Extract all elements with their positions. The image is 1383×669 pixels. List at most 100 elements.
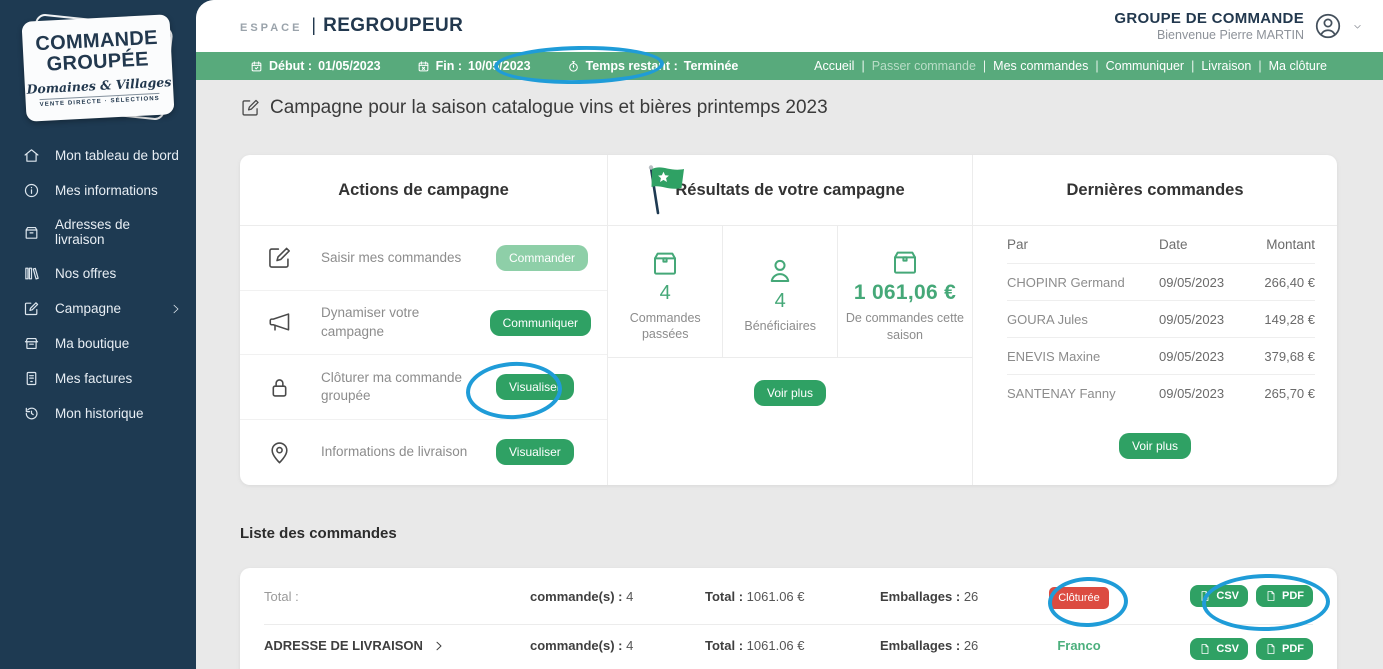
action-label: Dynamiser votre campagne: [321, 304, 480, 340]
orders-list-title: Liste des commandes: [240, 525, 1337, 542]
library-icon: [23, 265, 40, 282]
user-avatar-icon[interactable]: [1313, 11, 1343, 41]
csv-button[interactable]: CSV: [1190, 585, 1248, 607]
latest-orders-card: Dernières commandes Par Date Montant CHO…: [972, 155, 1337, 485]
end-label: Fin :: [436, 59, 462, 73]
flag-icon: [638, 163, 690, 217]
campaign-end-chip: Fin : 10/05/2023: [417, 59, 531, 73]
megaphone-icon: [266, 309, 293, 336]
stat-label: Commandes passées: [608, 310, 722, 343]
order-par: CHOPINR Germand: [1007, 275, 1159, 290]
commandes-count: commande(s) : 4: [514, 589, 689, 604]
remaining-label: Temps restant :: [586, 59, 678, 73]
visualiser-livraison-button[interactable]: Visualiser: [496, 439, 574, 465]
user-block[interactable]: GROUPE DE COMMANDE Bienvenue Pierre MART…: [1114, 10, 1363, 42]
results-card-title: Résultats de votre campagne: [675, 181, 904, 200]
orders-total-row: Total : commande(s) : 4 Total : 1061.06 …: [264, 568, 1313, 624]
sidebar-item-adresses[interactable]: Adresses de livraison: [0, 208, 196, 256]
chevron-down-icon[interactable]: [1352, 21, 1363, 32]
table-row: SANTENAY Fanny 09/05/2023 265,70 €: [1007, 374, 1315, 411]
emballages-count: Emballages : 26: [864, 638, 1024, 653]
start-date: 01/05/2023: [318, 59, 381, 73]
sidebar-item-informations[interactable]: Mes informations: [0, 173, 196, 208]
col-par: Par: [1007, 237, 1159, 252]
status-cell: Clôturée: [1049, 589, 1109, 604]
actions-card: Actions de campagne Saisir mes commandes…: [240, 155, 607, 485]
order-par: SANTENAY Fanny: [1007, 386, 1159, 401]
chevron-right-icon: [170, 303, 182, 315]
campaign-bar: Début : 01/05/2023 Fin : 10/05/2023 Temp…: [196, 52, 1383, 80]
edit-icon: [23, 300, 40, 317]
total-row-label: Total :: [264, 589, 514, 604]
col-date: Date: [1159, 237, 1255, 252]
action-row-livraison: Informations de livraison Visualiser: [240, 420, 607, 485]
orders-list-card: Total : commande(s) : 4 Total : 1061.06 …: [240, 568, 1337, 669]
address-row-label[interactable]: ADRESSE DE LIVRAISON: [264, 638, 514, 653]
person-icon: [764, 255, 796, 287]
export-buttons: CSV PDF: [1190, 585, 1313, 607]
visualiser-cloture-button[interactable]: Visualiser: [496, 374, 574, 400]
nav-separator: |: [1191, 59, 1194, 73]
calendar-x-icon: [417, 60, 430, 73]
sidebar-item-campagne[interactable]: Campagne: [0, 291, 196, 326]
latest-orders-title: Dernières commandes: [973, 155, 1337, 226]
workspace-title: ESPACE|REGROUPEUR: [240, 15, 463, 37]
order-montant: 149,28 €: [1255, 312, 1315, 327]
results-stats: 4 Commandes passées 4 Bénéficiaires 1 06…: [608, 226, 972, 358]
franco-status: Franco: [1057, 638, 1100, 653]
order-montant: 266,40 €: [1255, 275, 1315, 290]
chevron-right-icon: [433, 640, 445, 652]
order-date: 09/05/2023: [1159, 349, 1255, 364]
stat-label: De commandes cette saison: [845, 310, 965, 343]
pdf-button[interactable]: PDF: [1256, 638, 1313, 660]
sidebar-item-tableau-de-bord[interactable]: Mon tableau de bord: [0, 138, 196, 173]
home-icon: [23, 147, 40, 164]
sidebar-item-factures[interactable]: Mes factures: [0, 361, 196, 396]
order-montant: 265,70 €: [1255, 386, 1315, 401]
action-label: Clôturer ma commande groupée: [321, 369, 486, 405]
role-label: REGROUPEUR: [323, 15, 463, 36]
stat-value: 1 061,06 €: [854, 281, 956, 305]
brand-logo: COMMANDE GROUPÉE Domaines & Villages VEN…: [19, 14, 177, 122]
actions-card-title: Actions de campagne: [240, 155, 607, 226]
group-title: GROUPE DE COMMANDE: [1114, 10, 1304, 27]
status-cell: Franco: [1057, 638, 1100, 653]
communiquer-button[interactable]: Communiquer: [490, 310, 591, 336]
file-icon: [1265, 590, 1277, 602]
page-title-band: Campagne pour la saison catalogue vins e…: [196, 80, 1383, 135]
commander-button[interactable]: Commander: [496, 245, 588, 271]
pin-icon: [266, 439, 293, 466]
welcome-text: Bienvenue Pierre MARTIN: [1114, 28, 1304, 42]
nav-communiquer[interactable]: Communiquer: [1106, 59, 1185, 73]
nav-passer-commande[interactable]: Passer commande: [872, 59, 976, 73]
csv-button[interactable]: CSV: [1190, 638, 1248, 660]
stat-label: Bénéficiaires: [744, 318, 816, 334]
sidebar-item-historique[interactable]: Mon historique: [0, 396, 196, 431]
sidebar-item-offres[interactable]: Nos offres: [0, 256, 196, 291]
logo-card: COMMANDE GROUPÉE Domaines & Villages VEN…: [21, 14, 174, 122]
edit-icon: [266, 244, 293, 271]
voir-plus-results-button[interactable]: Voir plus: [754, 380, 826, 406]
sidebar-item-boutique[interactable]: Ma boutique: [0, 326, 196, 361]
main-area: ESPACE|REGROUPEUR GROUPE DE COMMANDE Bie…: [196, 0, 1383, 669]
total-amount: Total : 1061.06 €: [689, 638, 864, 653]
sidebar: COMMANDE GROUPÉE Domaines & Villages VEN…: [0, 0, 196, 669]
export-buttons: CSV PDF: [1190, 638, 1313, 660]
dashboard-cards: Actions de campagne Saisir mes commandes…: [240, 155, 1337, 485]
info-icon: [23, 182, 40, 199]
nav-livraison[interactable]: Livraison: [1201, 59, 1251, 73]
nav-ma-cloture[interactable]: Ma clôture: [1269, 59, 1327, 73]
table-row: ENEVIS Maxine 09/05/2023 379,68 €: [1007, 337, 1315, 374]
sidebar-item-label: Campagne: [55, 301, 121, 316]
edit-icon[interactable]: [240, 97, 261, 118]
remaining-value: Terminée: [684, 59, 739, 73]
results-card-head: Résultats de votre campagne: [608, 155, 972, 226]
nav-accueil[interactable]: Accueil: [814, 59, 854, 73]
nav-mes-commandes[interactable]: Mes commandes: [993, 59, 1088, 73]
order-montant: 379,68 €: [1255, 349, 1315, 364]
voir-plus-orders-button[interactable]: Voir plus: [1119, 433, 1191, 459]
sidebar-nav: Mon tableau de bord Mes informations Adr…: [0, 138, 196, 431]
campaign-nav: Accueil | Passer commande | Mes commande…: [814, 59, 1327, 73]
package-icon: [649, 247, 681, 279]
pdf-button[interactable]: PDF: [1256, 585, 1313, 607]
